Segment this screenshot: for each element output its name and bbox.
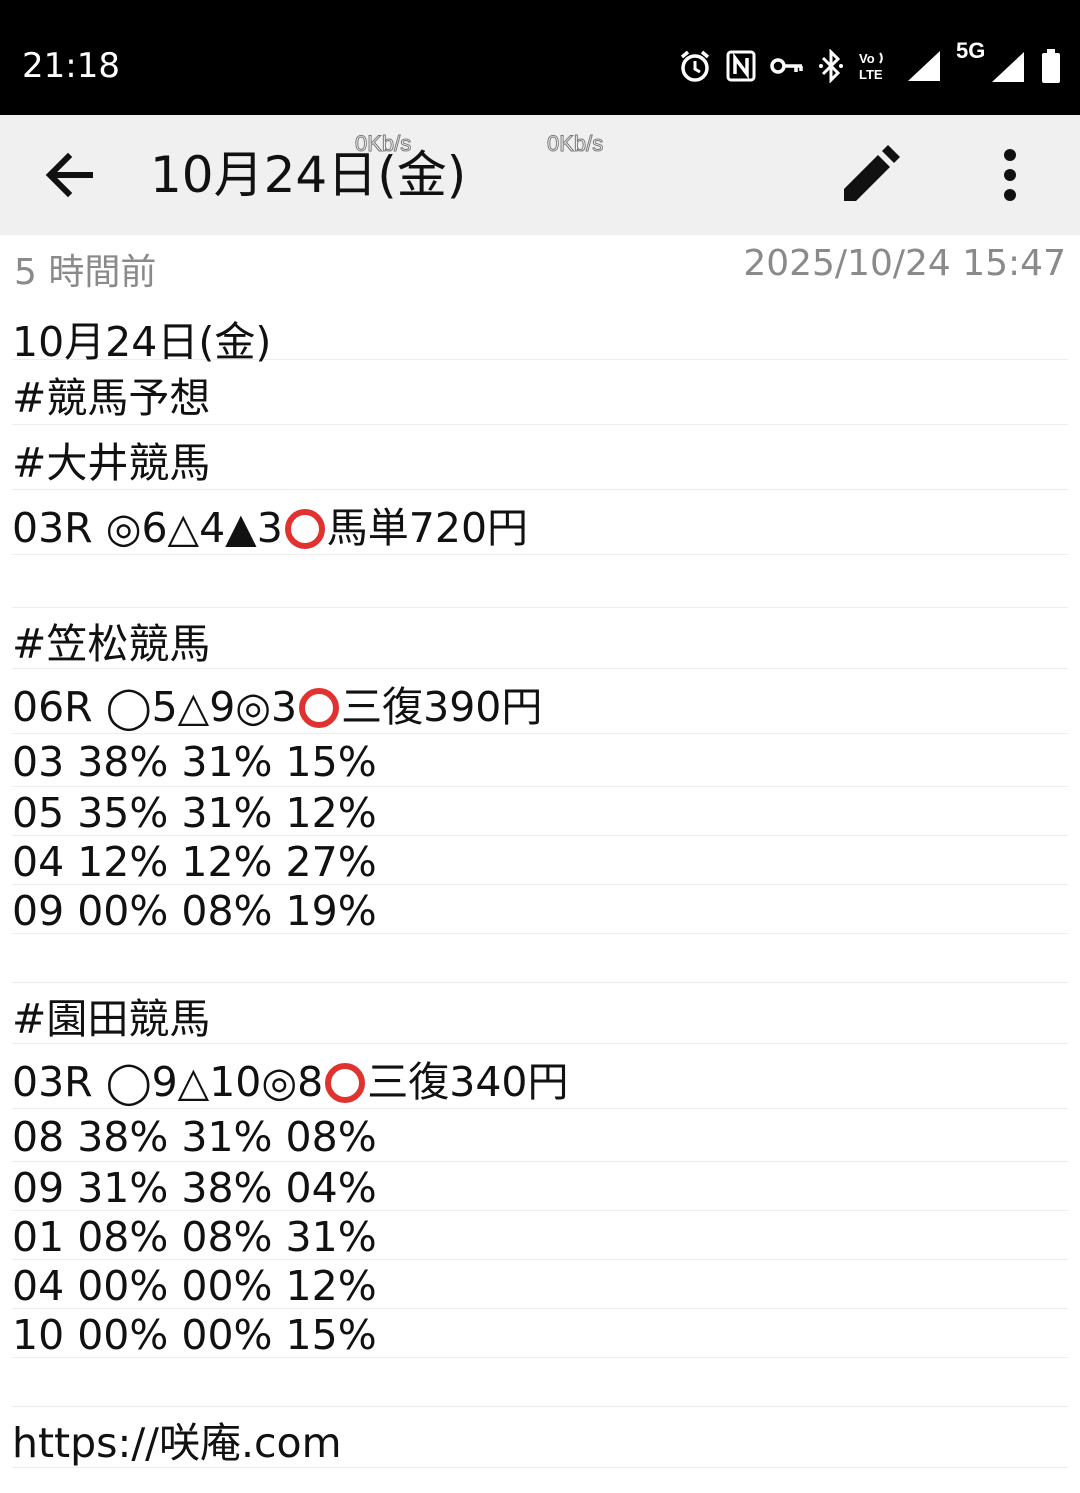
odds-row: 01 08% 08% 31%	[12, 1211, 1068, 1261]
odds-row: 04 12% 12% 27%	[12, 836, 1068, 886]
relative-time: 5 時間前	[14, 252, 157, 293]
note-body[interactable]: 10月24日(金) #競馬予想 #大井競馬 03R ◎6△4▲3 馬単720円 #…	[12, 312, 1068, 1468]
blank-line	[12, 555, 1068, 608]
race-line: 03R ◎6△4▲3 馬単720円	[12, 490, 1068, 555]
app-bar: 10月24日(金) 0Kb/s 0Kb/s	[0, 115, 1080, 235]
odds-row: 03 38% 31% 15%	[12, 734, 1068, 787]
note-meta: 5 時間前 2025/10/24 15:47	[0, 235, 1080, 295]
note-line: 10月24日(金)	[12, 312, 1068, 366]
network-label: 5G	[956, 38, 986, 63]
signal-icon	[906, 49, 942, 83]
status-bar: 21:18 Vo LTE 5G	[0, 0, 1080, 115]
red-circle-icon	[325, 1063, 366, 1103]
5g-signal-icon: 5G	[956, 38, 1026, 86]
red-circle-icon	[284, 509, 325, 549]
svg-text:Vo: Vo	[859, 51, 875, 66]
svg-text:LTE: LTE	[859, 67, 883, 82]
page-title: 10月24日(金)	[150, 146, 467, 204]
note-tag: #園田競馬	[12, 983, 1068, 1044]
odds-row: 08 38% 31% 08%	[12, 1109, 1068, 1162]
alarm-icon	[678, 49, 712, 83]
back-button[interactable]	[40, 145, 100, 205]
race-marks: 03R ◯9△10◎8	[12, 1058, 324, 1106]
network-speed-1: 0Kb/s	[354, 131, 412, 157]
more-options-button[interactable]	[986, 143, 1034, 207]
blank-line	[12, 934, 1068, 983]
race-line: 03R ◯9△10◎8 三復340円	[12, 1044, 1068, 1109]
race-payout: 三復390円	[341, 683, 543, 731]
bluetooth-icon	[818, 49, 844, 83]
race-payout: 馬単720円	[326, 504, 529, 552]
timestamp: 2025/10/24 15:47	[743, 243, 1066, 284]
vpn-key-icon	[770, 55, 804, 77]
note-tag: #大井競馬	[12, 425, 1068, 490]
blank-line	[12, 1358, 1068, 1407]
back-arrow-icon	[45, 152, 93, 198]
edit-button[interactable]	[838, 143, 902, 207]
more-vert-icon	[1004, 149, 1016, 201]
note-link[interactable]: https://咲庵.com	[12, 1407, 1068, 1468]
odds-row: 09 31% 38% 04%	[12, 1162, 1068, 1212]
note-tag: #笠松競馬	[12, 608, 1068, 669]
note-tag: #競馬予想	[12, 360, 1068, 425]
odds-row: 04 00% 00% 12%	[12, 1260, 1068, 1310]
race-payout: 三復340円	[367, 1058, 569, 1106]
volte-icon: Vo LTE	[858, 49, 892, 83]
status-icons: Vo LTE 5G	[678, 38, 1062, 88]
race-line: 06R ◯5△9◎3 三復390円	[12, 669, 1068, 734]
odds-row: 05 35% 31% 12%	[12, 787, 1068, 837]
edit-pencil-icon	[844, 145, 900, 201]
odds-row: 10 00% 00% 15%	[12, 1309, 1068, 1359]
race-marks: 06R ◯5△9◎3	[12, 683, 298, 731]
odds-row: 09 00% 08% 19%	[12, 885, 1068, 935]
red-circle-icon	[299, 688, 340, 728]
network-speed-2: 0Kb/s	[546, 131, 604, 157]
race-marks: 03R ◎6△4▲3	[12, 504, 283, 552]
battery-icon	[1040, 48, 1062, 84]
nfc-icon	[726, 50, 756, 82]
status-time: 21:18	[22, 46, 120, 86]
